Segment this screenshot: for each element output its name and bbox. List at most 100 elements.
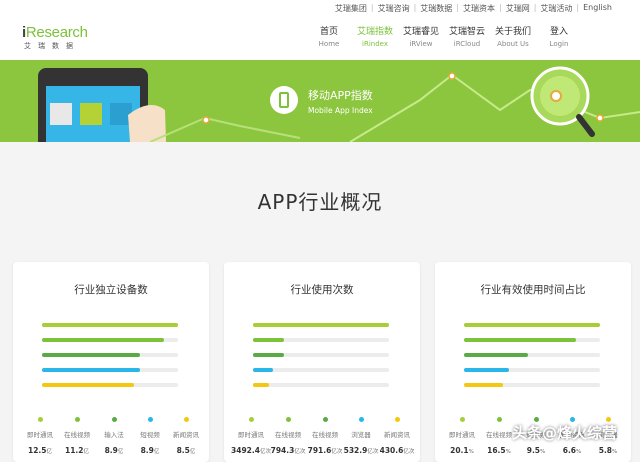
nav-irview[interactable]: 艾瑞睿见 iRView bbox=[398, 24, 444, 48]
legend-value-unit: 亿 bbox=[83, 449, 90, 455]
bar-track bbox=[464, 368, 600, 372]
legend-label: 即时通讯 bbox=[449, 431, 475, 439]
toplink-group[interactable]: 艾瑞集团 bbox=[331, 3, 371, 14]
legend-dot-icon bbox=[394, 417, 400, 422]
legend-value-unit: 亿 bbox=[189, 449, 196, 455]
bar-track bbox=[253, 368, 389, 372]
nav-irindex[interactable]: 艾瑞指数 iRindex bbox=[352, 24, 398, 48]
bar-fill bbox=[42, 323, 178, 327]
legend-label: 在线视频 bbox=[64, 431, 90, 439]
legend-dot-icon bbox=[285, 417, 291, 422]
bar-fill bbox=[464, 383, 504, 387]
logo[interactable]: iResearch 艾瑞数据 bbox=[22, 24, 88, 51]
toplink-net[interactable]: 艾瑞网 bbox=[502, 3, 534, 14]
legend-value-unit: % bbox=[505, 449, 511, 455]
logo-subtitle: 艾瑞数据 bbox=[24, 42, 80, 50]
legend-item: 在线视频 791.6亿次 bbox=[305, 417, 345, 455]
bar-track bbox=[42, 338, 178, 342]
legend-dot-icon bbox=[111, 417, 117, 422]
legend-value-unit: 亿 bbox=[153, 449, 160, 455]
legend-item: 即时通讯 20.1% bbox=[442, 417, 482, 455]
legend-value-unit: 亿次 bbox=[294, 449, 306, 455]
bar-track bbox=[42, 323, 178, 327]
legend-dot-icon bbox=[496, 417, 502, 422]
bar-fill bbox=[464, 368, 509, 372]
bar-track bbox=[464, 353, 600, 357]
nav-home[interactable]: 首页 Home bbox=[306, 24, 352, 48]
card-usage-count: 行业使用次数 即时通讯 3492.4亿次 在线视频 794.3亿次 在线视频 791.6亿… bbox=[224, 262, 420, 462]
card-title: 行业独立设备数 bbox=[74, 284, 148, 296]
bar-track bbox=[42, 368, 178, 372]
bar-fill bbox=[464, 353, 528, 357]
hero-banner: 移动APP指数 Mobile App Index bbox=[0, 60, 640, 142]
logo-brand-rest: Research bbox=[25, 24, 88, 41]
banner-title: 移动APP指数 Mobile App Index bbox=[308, 87, 373, 115]
phone-icon bbox=[270, 86, 298, 114]
app-tile-icon bbox=[80, 103, 102, 125]
bar-fill bbox=[253, 368, 274, 372]
bar-fill bbox=[253, 353, 285, 357]
legend-dot-icon bbox=[147, 417, 153, 422]
legend-label: 短视频 bbox=[140, 431, 160, 439]
toplink-english[interactable]: English bbox=[579, 3, 616, 14]
magnifier-icon bbox=[530, 66, 595, 137]
toplink-capital[interactable]: 艾瑞资本 bbox=[459, 3, 499, 14]
legend-label: 输入法 bbox=[104, 431, 124, 439]
bar-fill bbox=[253, 383, 270, 387]
legend-dot-icon bbox=[183, 417, 189, 422]
section-heading: APP行业概况 bbox=[257, 190, 383, 214]
legend-label: 即时通讯 bbox=[238, 431, 264, 439]
bar-fill bbox=[42, 383, 135, 387]
legend-label: 在线视频 bbox=[312, 431, 338, 439]
banner-title-en: Mobile App Index bbox=[308, 106, 373, 115]
legend-item: 在线视频 794.3亿次 bbox=[268, 417, 308, 455]
legend-dot-icon bbox=[459, 417, 465, 422]
legend-item: 新闻资讯 430.6亿次 bbox=[377, 417, 417, 455]
legend-item: 新闻资讯 8.5亿 bbox=[166, 417, 206, 455]
legend-value-unit: 亿 bbox=[46, 449, 53, 455]
bar-track bbox=[253, 338, 389, 342]
legend-item: 输入法 8.9亿 bbox=[94, 417, 134, 455]
legend-item: 在线视频 11.2亿 bbox=[57, 417, 97, 455]
legend-dot-icon bbox=[248, 417, 254, 422]
legend-dot-icon bbox=[37, 417, 43, 422]
legend-value-unit: % bbox=[540, 449, 546, 455]
bar-fill bbox=[42, 338, 165, 342]
legend-dot-icon bbox=[322, 417, 328, 422]
bar-track bbox=[464, 338, 600, 342]
card-device-count: 行业独立设备数 即时通讯 12.5亿 在线视频 11.2亿 输入法 8.9亿 短视频 8.9亿… bbox=[13, 262, 209, 462]
nav-login[interactable]: 登入 Login bbox=[536, 24, 582, 48]
bar-fill bbox=[42, 368, 140, 372]
card-title: 行业使用次数 bbox=[290, 284, 354, 296]
banner-title-cn: 移动APP指数 bbox=[308, 89, 373, 102]
bar-track bbox=[253, 323, 389, 327]
bar-fill bbox=[464, 338, 576, 342]
bar-track bbox=[253, 383, 389, 387]
top-links: 艾瑞集团 | 艾瑞咨询 | 艾瑞数据 | 艾瑞资本 | 艾瑞网 | 艾瑞活动 | Engli… bbox=[331, 3, 616, 14]
toplink-events[interactable]: 艾瑞活动 bbox=[536, 3, 576, 14]
bar-track bbox=[42, 353, 178, 357]
top-utility-bar: 艾瑞集团 | 艾瑞咨询 | 艾瑞数据 | 艾瑞资本 | 艾瑞网 | 艾瑞活动 | Engli… bbox=[0, 0, 640, 18]
nav-ircloud[interactable]: 艾瑞智云 iRCloud bbox=[444, 24, 490, 48]
legend-value-unit: 亿次 bbox=[403, 449, 415, 455]
app-tile-icon bbox=[50, 103, 72, 125]
legend-value-unit: 亿 bbox=[117, 449, 124, 455]
bar-fill bbox=[253, 323, 389, 327]
legend-item: 浏览器 532.9亿次 bbox=[341, 417, 381, 455]
legend-label: 在线视频 bbox=[275, 431, 301, 439]
legend-item: 即时通讯 3492.4亿次 bbox=[231, 417, 271, 455]
bar-track bbox=[464, 383, 600, 387]
bar-fill bbox=[253, 338, 285, 342]
legend-dot-icon bbox=[358, 417, 364, 422]
main-header: iResearch 艾瑞数据 首页 Home 艾瑞指数 iRindex 艾瑞睿见 iR… bbox=[0, 18, 640, 60]
toplink-data[interactable]: 艾瑞数据 bbox=[416, 3, 456, 14]
bar-track bbox=[253, 353, 389, 357]
toplink-consulting[interactable]: 艾瑞咨询 bbox=[374, 3, 414, 14]
card-title: 行业有效使用时间占比 bbox=[480, 284, 586, 296]
watermark: 头条@烽火综营 bbox=[512, 424, 618, 442]
legend-value-unit: % bbox=[612, 449, 618, 455]
bar-track bbox=[42, 383, 178, 387]
nav-about[interactable]: 关于我们 About Us bbox=[490, 24, 536, 48]
legend-label: 新闻资讯 bbox=[384, 431, 410, 439]
legend-label: 即时通讯 bbox=[27, 431, 53, 439]
